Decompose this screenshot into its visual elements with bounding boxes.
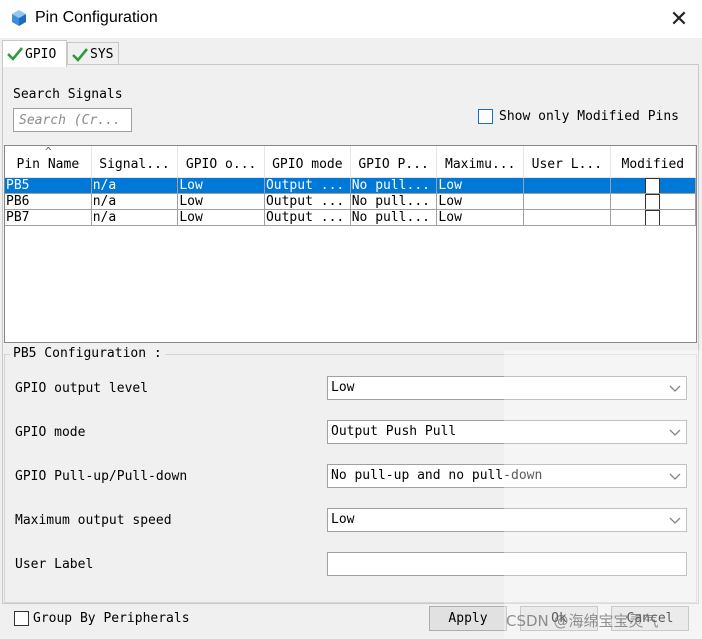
cell-mode[interactable]: Output ...	[264, 209, 351, 226]
column-header-label: Modified	[621, 157, 685, 173]
ok-button[interactable]: Ok	[520, 606, 598, 631]
cell-pull[interactable]: No pull...	[350, 209, 438, 226]
select-value: Low	[331, 512, 355, 527]
modified-checkbox[interactable]	[644, 209, 660, 224]
window-title: Pin Configuration	[35, 9, 158, 26]
cell-signal[interactable]: n/a	[91, 209, 179, 226]
column-header-signal[interactable]: Signal...	[91, 146, 179, 178]
group-by-label: Group By Peripherals	[33, 611, 190, 626]
column-header-label: Maximu...	[445, 157, 516, 173]
pin-table-grid: ^ Pin Name Signal... GPIO o... GPIO mode…	[5, 146, 696, 226]
cell-speed[interactable]: Low	[436, 209, 525, 226]
chevron-down-icon	[669, 385, 681, 392]
column-header-gpio-output[interactable]: GPIO o...	[177, 146, 265, 178]
show-modified-checkbox[interactable]: Show only Modified Pins	[478, 109, 679, 124]
select-value: Output Push Pull	[331, 424, 457, 439]
table-row[interactable]: PB6 n/a Low Output ... No pull... Low	[5, 193, 696, 210]
chevron-down-icon	[669, 473, 681, 480]
gpio-output-level-select[interactable]: Low	[327, 376, 687, 400]
cell-user-label[interactable]	[523, 209, 611, 226]
cell-output[interactable]: Low	[177, 193, 265, 210]
gpio-mode-select[interactable]: Output Push Pull	[327, 420, 687, 444]
green-check-icon	[7, 47, 23, 61]
column-header-label: GPIO P...	[358, 157, 429, 173]
search-input[interactable]	[13, 108, 132, 132]
close-icon: ✕	[669, 6, 689, 31]
cell-speed[interactable]: Low	[436, 193, 525, 210]
apply-button[interactable]: Apply	[429, 606, 507, 631]
checkbox-box[interactable]	[14, 611, 29, 626]
cell-signal[interactable]: n/a	[91, 177, 179, 194]
pin-table: ^ Pin Name Signal... GPIO o... GPIO mode…	[4, 145, 697, 343]
show-modified-label: Show only Modified Pins	[499, 109, 680, 124]
close-button[interactable]: ✕	[656, 0, 702, 38]
cell-pull[interactable]: No pull...	[350, 193, 438, 210]
column-header-gpio-mode[interactable]: GPIO mode	[264, 146, 351, 178]
gpio-tab-panel: Search Signals Show only Modified Pins ^…	[2, 64, 699, 604]
user-label-label: User Label	[15, 557, 94, 572]
max-output-speed-select[interactable]: Low	[327, 508, 687, 532]
user-label-input[interactable]	[327, 552, 687, 576]
cell-user-label[interactable]	[523, 177, 611, 194]
modified-checkbox[interactable]	[644, 193, 660, 208]
cell-pin[interactable]: PB7	[5, 209, 92, 226]
sort-ascending-icon: ^	[45, 146, 52, 158]
cell-pin[interactable]: PB6	[5, 193, 92, 210]
dialog-content: GPIO SYS Search Signals Show only Modifi…	[0, 38, 702, 639]
group-by-peripherals-checkbox[interactable]: Group By Peripherals	[14, 611, 190, 626]
modified-checkbox[interactable]	[644, 177, 660, 192]
tab-gpio[interactable]: GPIO	[2, 40, 67, 67]
gpio-mode-label: GPIO mode	[15, 425, 86, 440]
cell-modified[interactable]	[610, 177, 696, 194]
table-row[interactable]: PB5 n/a Low Output ... No pull... Low	[5, 177, 696, 194]
column-header-label: User L...	[531, 157, 603, 173]
table-row[interactable]: PB7 n/a Low Output ... No pull... Low	[5, 209, 696, 226]
tab-gpio-label: GPIO	[25, 46, 57, 62]
cell-user-label[interactable]	[523, 193, 611, 210]
column-header-gpio-pull[interactable]: GPIO P...	[350, 146, 438, 178]
column-header-user-label[interactable]: User L...	[523, 146, 611, 178]
title-bar: Pin Configuration ✕	[0, 0, 702, 38]
cell-modified[interactable]	[610, 193, 696, 210]
cell-speed[interactable]: Low	[436, 177, 525, 194]
column-header-label: Pin Name	[16, 157, 80, 173]
column-header-label: Signal...	[99, 157, 170, 173]
column-header-max-speed[interactable]: Maximu...	[436, 146, 525, 178]
checkbox-box[interactable]	[478, 109, 493, 124]
chevron-down-icon	[669, 429, 681, 436]
column-header-modified[interactable]: Modified	[610, 146, 696, 178]
tab-sys[interactable]: SYS	[67, 42, 119, 66]
cell-signal[interactable]: n/a	[91, 193, 179, 210]
green-check-icon	[72, 47, 88, 62]
column-header-label: GPIO o...	[185, 157, 257, 173]
gpio-pull-label: GPIO Pull-up/Pull-down	[15, 469, 188, 484]
tab-sys-label: SYS	[90, 47, 114, 62]
pin-config-group: PB5 Configuration : GPIO output level Lo…	[4, 346, 697, 603]
select-value: Low	[331, 380, 355, 395]
gpio-output-level-label: GPIO output level	[15, 381, 149, 396]
table-header-row: ^ Pin Name Signal... GPIO o... GPIO mode…	[5, 146, 696, 178]
cancel-button[interactable]: Cancel	[611, 606, 689, 631]
cell-mode[interactable]: Output ...	[264, 193, 351, 210]
select-value: No pull-up and no pull-down	[331, 468, 543, 483]
max-output-speed-label: Maximum output speed	[15, 513, 172, 528]
cell-output[interactable]: Low	[177, 209, 265, 226]
config-title: PB5 Configuration :	[10, 346, 165, 361]
column-header-pin-name[interactable]: ^ Pin Name	[5, 146, 92, 178]
cell-mode[interactable]: Output ...	[264, 177, 351, 194]
gpio-pull-select[interactable]: No pull-up and no pull-down	[327, 464, 687, 488]
cell-pin[interactable]: PB5	[5, 177, 92, 194]
search-signals-label: Search Signals	[13, 87, 123, 102]
column-header-label: GPIO mode	[272, 157, 343, 173]
cell-pull[interactable]: No pull...	[350, 177, 438, 194]
cell-output[interactable]: Low	[177, 177, 265, 194]
cube-app-icon	[12, 10, 26, 26]
chevron-down-icon	[669, 517, 681, 524]
cell-modified[interactable]	[610, 209, 696, 226]
